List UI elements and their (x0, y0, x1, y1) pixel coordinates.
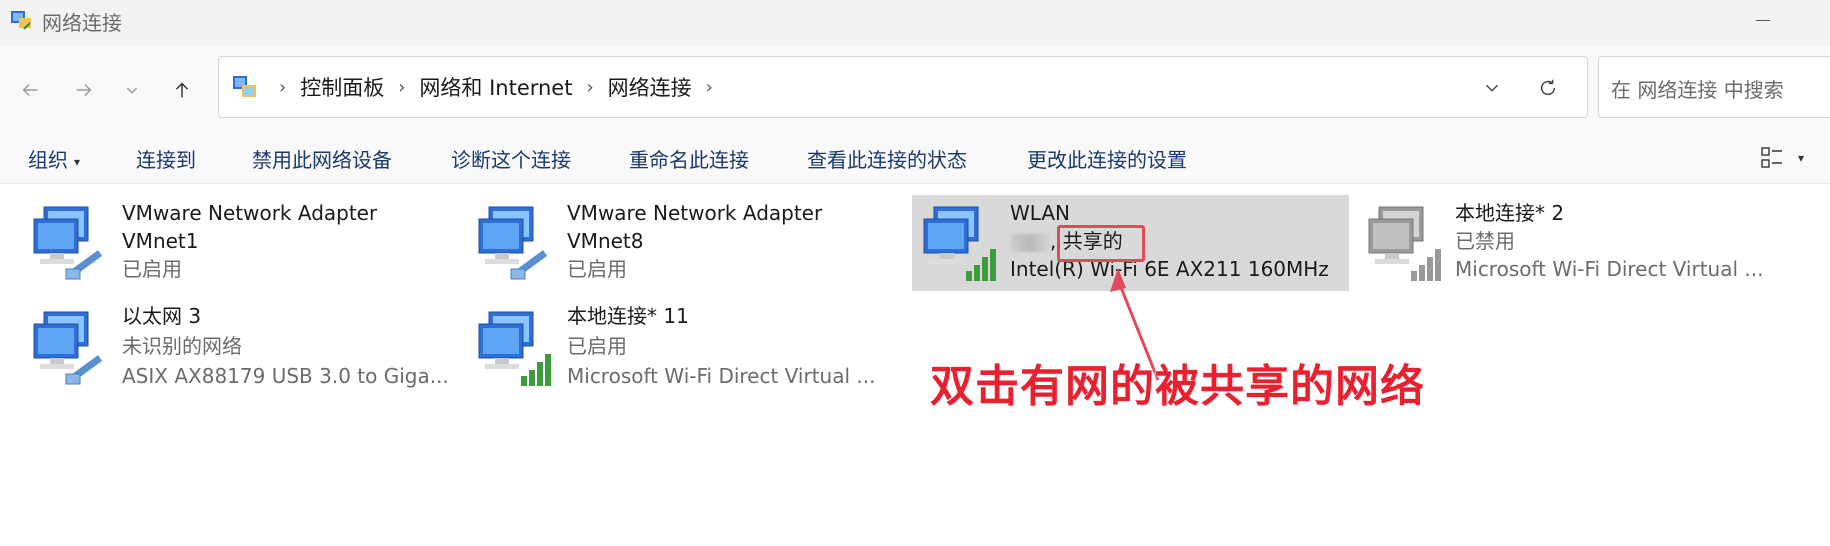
view-options-icon (1761, 147, 1782, 168)
connection-local-11[interactable]: 本地连接* 11 已启用 Microsoft Wi-Fi Direct Virt… (467, 300, 887, 396)
wifi-network-icon (923, 206, 996, 281)
refresh-icon (1540, 79, 1556, 96)
search-placeholder: 在 网络连接 中搜索 (1611, 78, 1784, 102)
network-connections-icon (233, 76, 256, 97)
minimize-icon (1756, 19, 1770, 21)
connection-status: 未识别的网络 (122, 334, 242, 358)
view-status-button[interactable]: 查看此连接的状态 (807, 144, 967, 173)
change-view-button[interactable]: ▾ (1760, 144, 1820, 172)
diagnose-button[interactable]: 诊断这个连接 (451, 144, 571, 173)
connection-name: VMware Network Adapter (567, 201, 823, 225)
address-bar[interactable]: › 控制面板 › 网络和 Internet › 网络连接 › (218, 56, 1588, 118)
breadcrumb-network-internet[interactable]: 网络和 Internet (419, 72, 572, 102)
connection-device: Microsoft Wi-Fi Direct Virtual ... (567, 364, 876, 388)
connection-status: 已启用 (567, 257, 627, 281)
title-bar: 网络连接 (0, 0, 1830, 46)
connection-device: ASIX AX88179 USB 3.0 to Giga... (122, 364, 449, 388)
connection-name-line2: VMnet1 (122, 229, 199, 253)
up-button[interactable] (166, 74, 198, 106)
breadcrumb-control-panel[interactable]: 控制面板 (300, 72, 384, 102)
annotation-text: 双击有网的被共享的网络 (930, 361, 1425, 412)
breadcrumb-separator[interactable]: › (398, 77, 405, 98)
address-history-button[interactable] (1477, 73, 1507, 103)
connection-name: VMware Network Adapter (122, 201, 378, 225)
refresh-button[interactable] (1533, 73, 1563, 103)
connection-local-2[interactable]: 本地连接* 2 已禁用 Microsoft Wi-Fi Direct Virtu… (1357, 195, 1797, 291)
search-input[interactable]: 在 网络连接 中搜索 (1598, 56, 1830, 118)
ethernet-network-icon (478, 206, 548, 280)
breadcrumb-separator[interactable]: › (586, 77, 593, 98)
connection-name: 本地连接* 2 (1455, 201, 1565, 225)
network-connections-icon (11, 11, 31, 30)
redacted-network-name (1010, 233, 1050, 252)
connection-name: WLAN (1010, 201, 1071, 225)
ethernet-network-icon (33, 206, 103, 280)
caret-down-icon: ▾ (74, 154, 81, 169)
connection-status: 已启用 (567, 334, 627, 358)
disable-device-button[interactable]: 禁用此网络设备 (252, 144, 392, 173)
annotation-highlight-box (1057, 225, 1145, 262)
chevron-down-icon (1485, 84, 1499, 92)
connect-to-button[interactable]: 连接到 (136, 144, 196, 173)
connection-vmnet8[interactable]: VMware Network Adapter VMnet8 已启用 (467, 195, 887, 291)
wifi-network-icon (478, 311, 551, 386)
breadcrumb-separator: › (279, 76, 287, 98)
window-title: 网络连接 (42, 11, 122, 35)
arrow-up-icon (175, 82, 189, 98)
command-bar: 组织 ▾ 连接到 禁用此网络设备 诊断这个连接 重命名此连接 查看此连接的状态 更… (0, 130, 1830, 184)
rename-button[interactable]: 重命名此连接 (629, 144, 749, 173)
organize-button[interactable]: 组织 ▾ (28, 144, 80, 173)
connection-vmnet1[interactable]: VMware Network Adapter VMnet1 已启用 (22, 195, 442, 291)
ethernet-network-icon (33, 311, 103, 385)
connection-ethernet-3[interactable]: 以太网 3 未识别的网络 ASIX AX88179 USB 3.0 to Gig… (22, 300, 449, 396)
connection-status: 已启用 (122, 257, 182, 281)
connection-name: 以太网 3 (122, 304, 202, 328)
address-row: › 控制面板 › 网络和 Internet › 网络连接 › 在 网络连接 中搜… (0, 46, 1830, 130)
recent-locations-button[interactable] (116, 74, 148, 106)
forward-button[interactable] (68, 74, 100, 106)
change-settings-button[interactable]: 更改此连接的设置 (1027, 144, 1187, 173)
breadcrumb-network-connections[interactable]: 网络连接 (608, 72, 692, 102)
wifi-network-disabled-icon (1368, 206, 1441, 281)
breadcrumb-separator[interactable]: › (706, 77, 713, 98)
organize-label: 组织 (28, 148, 68, 172)
minimize-button[interactable] (1740, 0, 1786, 40)
arrow-right-icon (76, 83, 92, 97)
connection-status: 已禁用 (1455, 229, 1515, 253)
chevron-down-icon (126, 87, 138, 94)
back-button[interactable] (14, 74, 46, 106)
connection-name-line2: VMnet8 (567, 229, 644, 253)
connection-name: 本地连接* 11 (567, 304, 689, 328)
arrow-left-icon (22, 83, 38, 97)
caret-down-icon: ▾ (1798, 151, 1805, 165)
breadcrumb: › 控制面板 › 网络和 Internet › 网络连接 › (265, 57, 727, 117)
connection-device: Microsoft Wi-Fi Direct Virtual ... (1455, 257, 1764, 281)
